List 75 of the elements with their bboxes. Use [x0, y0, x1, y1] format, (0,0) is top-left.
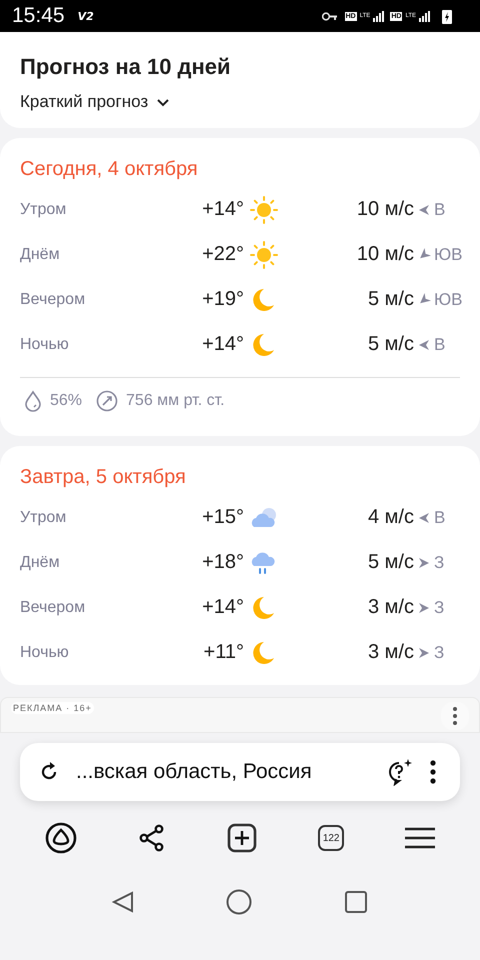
- chat-question-icon[interactable]: [386, 758, 414, 786]
- forecast-mode-dropdown[interactable]: Краткий прогноз: [20, 92, 170, 112]
- tab-count[interactable]: 122: [318, 825, 344, 851]
- wind-arrow-icon: [418, 204, 430, 214]
- wind-speed: 5 м/с: [367, 333, 414, 356]
- pressure-gauge-icon: [96, 390, 118, 412]
- moon-icon: [253, 596, 275, 620]
- wind-speed: 5 м/с: [367, 288, 414, 311]
- wind-arrow-icon: [418, 340, 430, 350]
- wind-arrow-icon: [418, 602, 430, 612]
- wind-speed: 5 м/с: [367, 551, 414, 574]
- wind-direction: З: [434, 642, 446, 662]
- humidity-value: 56%: [50, 392, 82, 410]
- temperature: +19°: [201, 288, 244, 311]
- wind-speed: 3 м/с: [367, 596, 414, 619]
- more-icon[interactable]: [430, 760, 436, 784]
- period-label: Днём: [20, 554, 61, 572]
- moon-icon: [253, 332, 275, 356]
- day-title: Сегодня, 4 октября: [20, 158, 199, 181]
- cloud-icon: [250, 506, 278, 528]
- period-label: Утром: [20, 508, 68, 526]
- temperature: +14°: [201, 333, 244, 356]
- temperature: +14°: [201, 198, 244, 221]
- humidity-icon: [24, 390, 42, 412]
- wind-direction: ЮВ: [434, 244, 460, 264]
- wind-direction: В: [434, 200, 446, 220]
- period-label: Вечером: [20, 290, 86, 308]
- share-icon[interactable]: [138, 824, 166, 852]
- menu-icon[interactable]: [405, 827, 436, 849]
- wind-direction: З: [434, 552, 446, 572]
- wind-direction: З: [434, 598, 446, 618]
- wind-direction: ЮВ: [434, 290, 460, 310]
- pressure-value: 756 мм рт. ст.: [126, 392, 225, 410]
- recents-icon[interactable]: [344, 890, 368, 914]
- chevron-icon: [156, 98, 170, 106]
- home-icon[interactable]: [226, 889, 252, 915]
- wind-direction: В: [434, 334, 446, 354]
- battery-icon: [442, 8, 452, 24]
- period-label: Ночью: [20, 644, 70, 662]
- wind-direction: В: [434, 508, 446, 528]
- wind-speed: 4 м/с: [367, 506, 414, 529]
- temperature: +22°: [201, 243, 244, 266]
- ad-banner[interactable]: РЕКЛАМА · 16+: [0, 697, 480, 733]
- wind-speed: 10 м/с: [356, 198, 414, 221]
- ad-label: РЕКЛАМА · 16+: [11, 702, 94, 714]
- temperature: +11°: [202, 641, 244, 664]
- assistant-icon[interactable]: [44, 822, 77, 854]
- wind-arrow-icon: [418, 648, 430, 658]
- temperature: +18°: [201, 551, 244, 574]
- sun-icon: [250, 240, 278, 268]
- sun-icon: [250, 196, 278, 224]
- moon-icon: [253, 640, 275, 664]
- period-label: Утром: [20, 200, 68, 218]
- key-icon: [322, 12, 338, 20]
- page-title: Прогноз на 10 дней: [20, 54, 232, 80]
- address-bar[interactable]: ...вская область, Россия: [20, 743, 460, 801]
- signal-icon: [419, 10, 431, 22]
- rain-cloud-icon: [251, 550, 277, 576]
- period-label: Ночью: [20, 336, 70, 354]
- wind-arrow-icon: [418, 558, 430, 568]
- period-label: Днём: [20, 246, 61, 264]
- back-icon[interactable]: [112, 891, 134, 913]
- address-text[interactable]: ...вская область, Россия: [76, 760, 370, 784]
- day-title: Завтра, 5 октября: [20, 466, 187, 489]
- wind-speed: 10 м/с: [356, 243, 414, 266]
- temperature: +14°: [201, 596, 244, 619]
- new-tab-icon[interactable]: [226, 823, 257, 853]
- temperature: +15°: [201, 506, 244, 529]
- moon-icon: [253, 288, 275, 312]
- period-label: Вечером: [20, 598, 86, 616]
- signal-icon: [373, 10, 386, 22]
- status-time: 15:45: [12, 4, 65, 28]
- network-label: V2: [78, 10, 94, 22]
- wind-arrow-icon: [418, 512, 430, 522]
- wind-speed: 3 м/с: [367, 641, 414, 664]
